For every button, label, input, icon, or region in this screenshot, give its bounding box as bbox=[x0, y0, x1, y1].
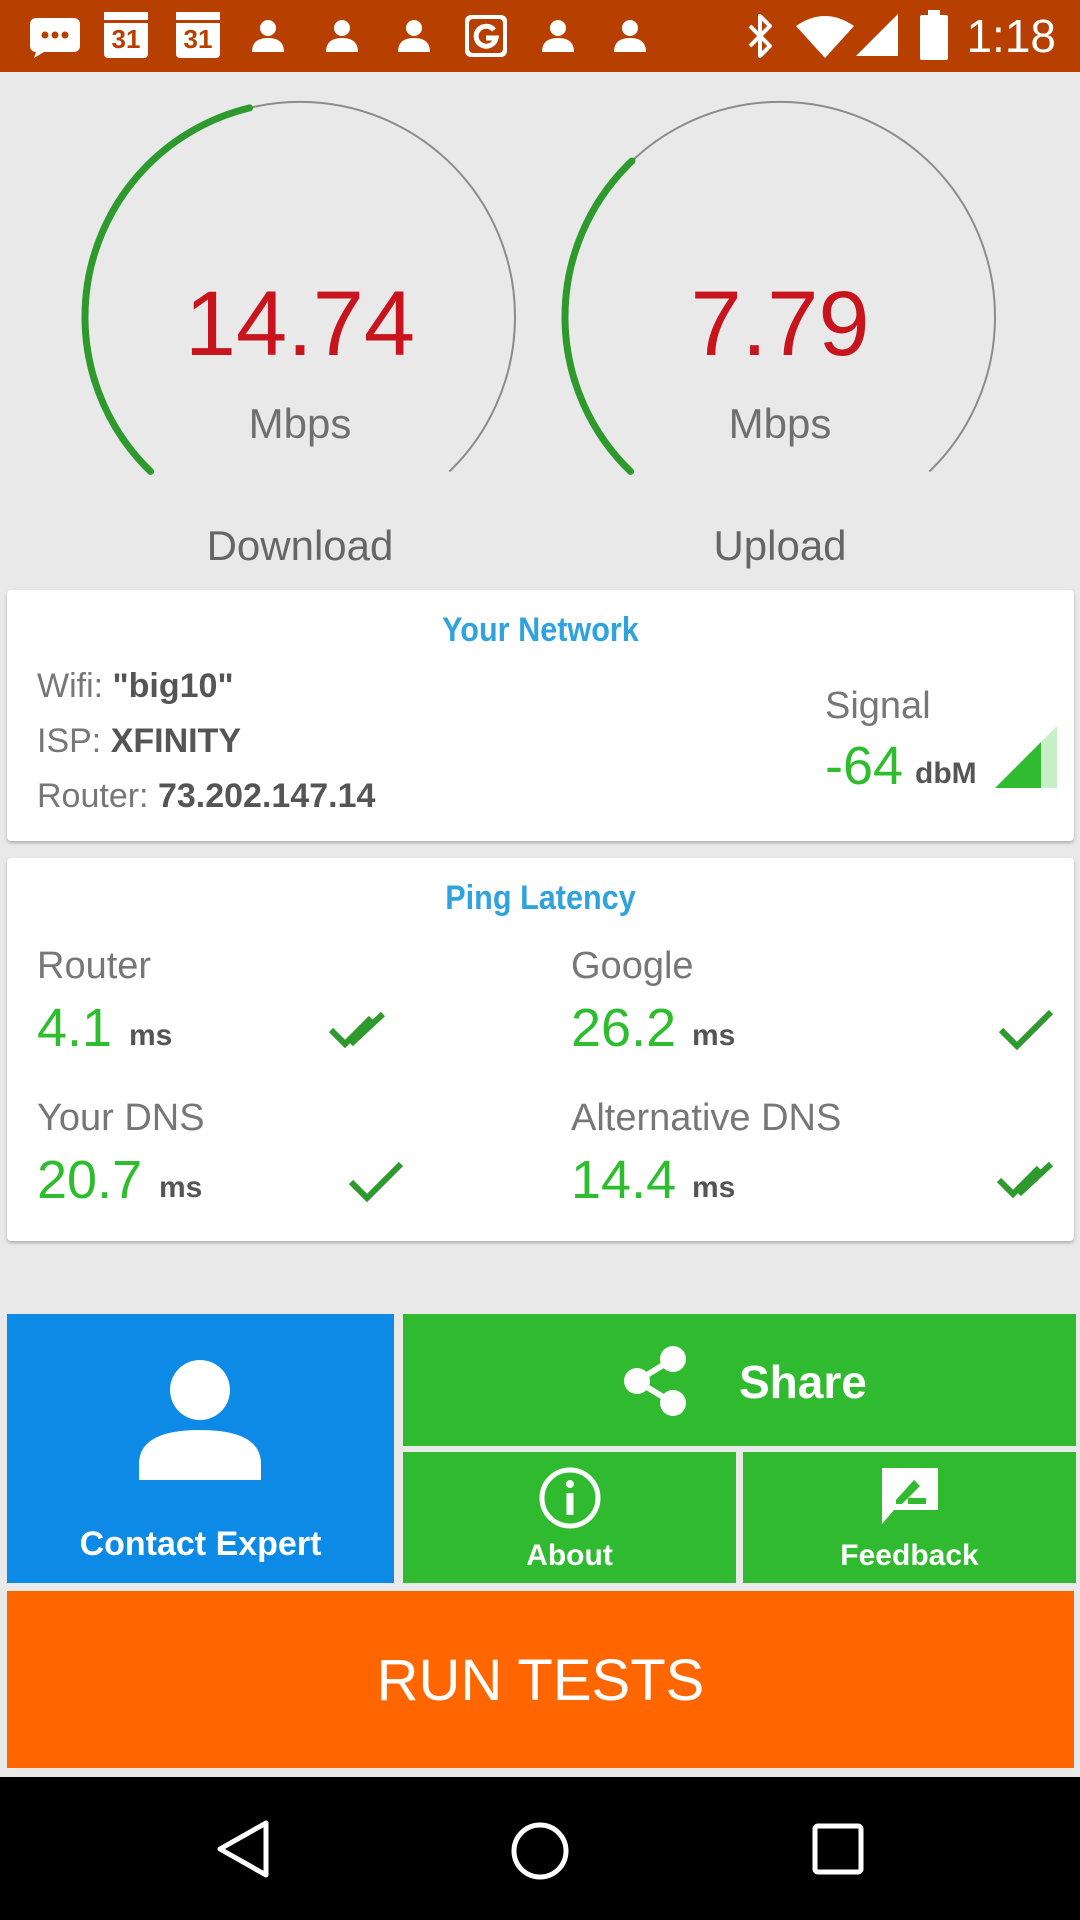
about-button[interactable]: About bbox=[403, 1452, 736, 1583]
ping-card: Ping Latency Router 4.1 ms Google 26.2 m… bbox=[7, 858, 1074, 1241]
signal-strength-icon bbox=[995, 726, 1057, 788]
feedback-icon bbox=[882, 1468, 938, 1524]
upload-unit: Mbps bbox=[728, 400, 832, 447]
router-label: Router: bbox=[37, 777, 158, 815]
ping-google-unit: ms bbox=[692, 1019, 736, 1052]
upload-value: 7.79 bbox=[690, 273, 870, 375]
ping-router-value: 4.1 bbox=[37, 998, 113, 1058]
wifi-label: Wifi: bbox=[37, 667, 113, 705]
ping-router-unit: ms bbox=[129, 1019, 173, 1052]
signal-label: Signal bbox=[825, 685, 931, 727]
person-icon bbox=[326, 20, 358, 52]
feedback-label: Feedback bbox=[840, 1539, 979, 1572]
isp-row: ISP: XFINITY bbox=[37, 721, 241, 761]
feedback-button[interactable]: Feedback bbox=[743, 1452, 1076, 1583]
double-check-icon bbox=[996, 1161, 1054, 1199]
signal-unit: dbM bbox=[915, 757, 977, 790]
ping-google-label: Google bbox=[571, 945, 694, 987]
ping-google-value: 26.2 bbox=[571, 998, 677, 1058]
recents-icon[interactable] bbox=[810, 1821, 866, 1877]
upload-gauge: 7.79 Mbps bbox=[560, 96, 1000, 486]
person-icon bbox=[398, 20, 430, 52]
network-card-title: Your Network bbox=[442, 611, 639, 649]
ping-alt-dns-label: Alternative DNS bbox=[571, 1097, 842, 1139]
download-value: 14.74 bbox=[184, 273, 416, 375]
wifi-row: Wifi: "big10" bbox=[37, 666, 234, 706]
person-icon bbox=[252, 20, 284, 52]
download-gauge: 14.74 Mbps bbox=[80, 96, 520, 486]
ping-dns-label: Your DNS bbox=[37, 1097, 205, 1139]
download-label: Download bbox=[206, 522, 394, 569]
contact-expert-label: Contact Expert bbox=[79, 1525, 322, 1563]
upload-label: Upload bbox=[713, 522, 847, 569]
calendar-day: 31 bbox=[183, 24, 213, 54]
info-icon bbox=[539, 1467, 601, 1529]
ping-alt-dns-unit: ms bbox=[692, 1171, 736, 1204]
isp-label: ISP: bbox=[37, 722, 111, 760]
router-row: Router: 73.202.147.14 bbox=[37, 776, 375, 816]
run-tests-button[interactable]: RUN TESTS bbox=[7, 1591, 1074, 1768]
router-value: 73.202.147.14 bbox=[157, 777, 376, 815]
messages-icon bbox=[30, 18, 80, 58]
cell-signal-icon bbox=[856, 14, 898, 56]
check-icon bbox=[348, 1161, 404, 1203]
back-icon[interactable] bbox=[212, 1817, 272, 1881]
ping-card-title: Ping Latency bbox=[445, 879, 636, 917]
ping-router-label: Router bbox=[37, 945, 152, 987]
wifi-icon bbox=[796, 16, 854, 58]
calendar-icon: 31 bbox=[176, 12, 220, 58]
share-button[interactable]: Share bbox=[403, 1314, 1076, 1446]
status-bar: 31 31 1:18 bbox=[0, 0, 1080, 72]
double-check-icon bbox=[328, 1011, 386, 1049]
google-g-icon bbox=[465, 15, 507, 57]
battery-icon bbox=[920, 10, 948, 60]
calendar-day: 31 bbox=[111, 24, 141, 54]
signal-value: -64 bbox=[825, 736, 904, 796]
bluetooth-icon bbox=[748, 14, 772, 58]
contact-expert-button[interactable]: Contact Expert bbox=[7, 1314, 394, 1583]
share-label: Share bbox=[739, 1356, 867, 1408]
person-icon bbox=[614, 20, 646, 52]
network-card: Your Network Wifi: "big10" ISP: XFINITY … bbox=[7, 590, 1074, 841]
share-icon bbox=[624, 1346, 686, 1416]
download-unit: Mbps bbox=[248, 400, 352, 447]
ping-dns-value: 20.7 bbox=[37, 1150, 143, 1210]
person-icon bbox=[542, 20, 574, 52]
home-icon[interactable] bbox=[508, 1819, 572, 1883]
about-label: About bbox=[526, 1539, 613, 1572]
check-icon bbox=[998, 1009, 1054, 1051]
isp-value: XFINITY bbox=[110, 722, 242, 760]
calendar-icon: 31 bbox=[104, 12, 148, 58]
status-time: 1:18 bbox=[966, 10, 1056, 62]
run-tests-label: RUN TESTS bbox=[376, 1648, 705, 1713]
person-icon bbox=[139, 1360, 261, 1480]
navigation-bar bbox=[0, 1777, 1080, 1920]
ping-alt-dns-value: 14.4 bbox=[571, 1150, 677, 1210]
wifi-value: "big10" bbox=[112, 667, 234, 705]
ping-dns-unit: ms bbox=[159, 1171, 203, 1204]
